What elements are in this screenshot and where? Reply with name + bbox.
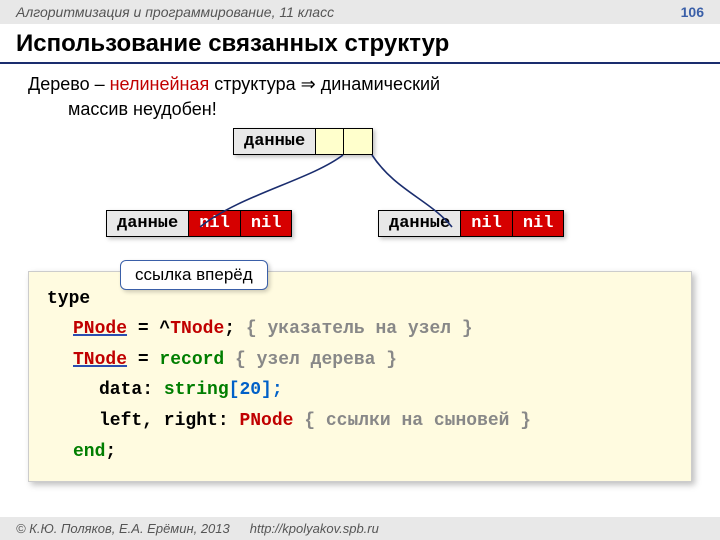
course-label: Алгоритмизация и программирование, 11 кл… [16,4,334,20]
left-ptr [316,129,344,154]
left-child-node: данные nil nil [106,210,292,237]
page-number: 106 [681,4,704,20]
tree-diagram: данные данные nil nil данные nil nil [28,128,692,263]
footer-bar: © К.Ю. Поляков, Е.А. Ерёмин, 2013 http:/… [0,517,720,540]
slide-title: Использование связанных структур [0,24,720,64]
copyright: © К.Ю. Поляков, Е.А. Ерёмин, 2013 [16,521,230,536]
right-ptr [344,129,372,154]
code-block: type PNode = ^TNode; { указатель на узел… [28,271,692,483]
intro-text: Дерево – нелинейная структура ⇒ динамиче… [28,72,692,122]
root-node: данные [233,128,373,155]
right-child-node: данные nil nil [378,210,564,237]
header-bar: Алгоритмизация и программирование, 11 кл… [0,0,720,24]
forward-ref-callout: ссылка вперёд [120,260,268,290]
footer-url: http://kpolyakov.spb.ru [250,521,379,536]
